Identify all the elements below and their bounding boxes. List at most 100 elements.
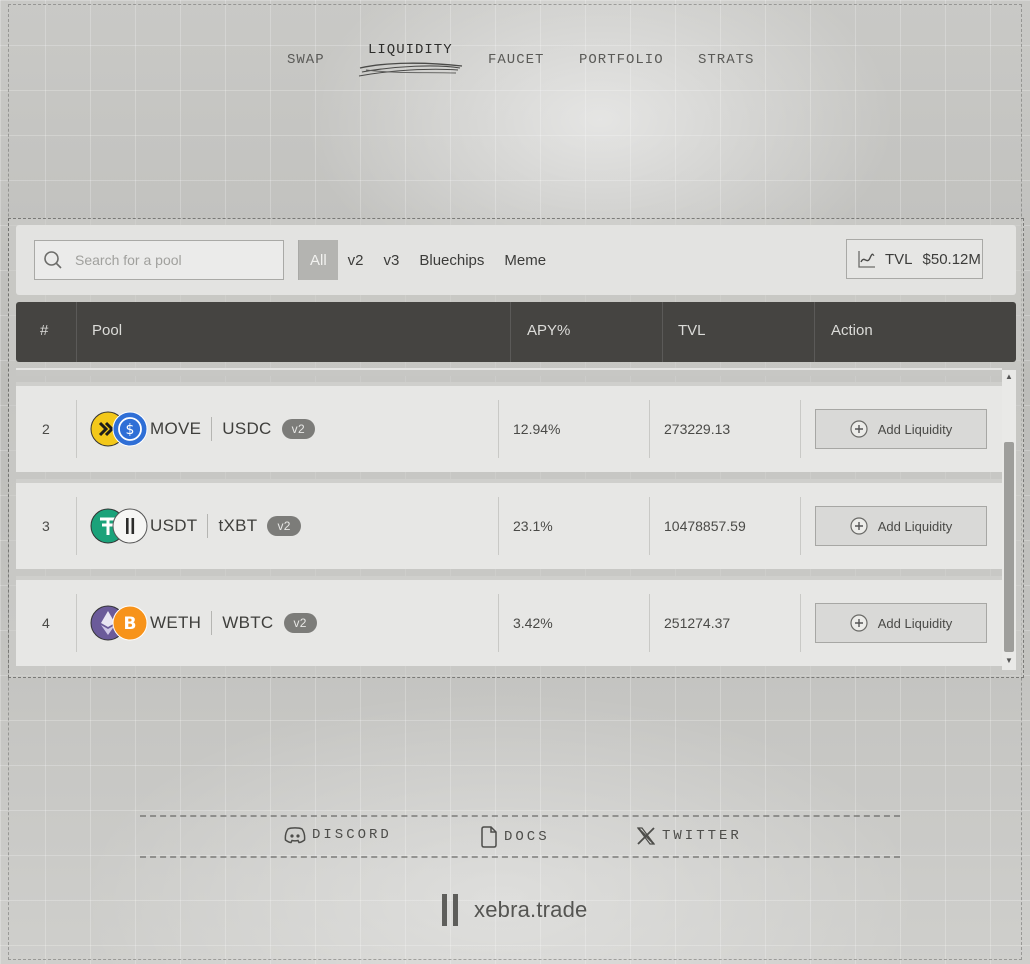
token-pair: WETH WBTC v2 xyxy=(150,611,317,635)
top-nav: SWAP LIQUIDITY FAUCET PORTFOLIO STRATS xyxy=(0,40,1030,80)
row-divider xyxy=(498,497,499,555)
footer-divider xyxy=(140,815,900,817)
token-pair: MOVE USDC v2 xyxy=(150,417,315,441)
row-divider xyxy=(649,497,650,555)
apy-cell: 23.1% xyxy=(513,518,553,534)
twitter-link[interactable]: TWITTER xyxy=(636,826,742,846)
pair-divider xyxy=(211,417,213,441)
token-pair-icons: B xyxy=(90,605,150,641)
nav-swap[interactable]: SWAP xyxy=(287,52,325,68)
apy-cell: 12.94% xyxy=(513,421,561,437)
discord-link[interactable]: DISCORD xyxy=(284,826,392,844)
twitter-label: TWITTER xyxy=(662,828,742,844)
tvl-cell: 273229.13 xyxy=(664,421,731,437)
row-divider xyxy=(76,594,77,652)
header-divider xyxy=(510,302,511,362)
tvl-summary[interactable]: TVL $50.12M xyxy=(846,239,983,279)
token-pair: USDT tXBT v2 xyxy=(150,514,301,538)
token-b-name: USDC xyxy=(222,419,272,438)
token-b-name: WBTC xyxy=(222,613,274,632)
tvl-label: TVL xyxy=(885,250,913,268)
header-apy[interactable]: APY% xyxy=(527,322,570,339)
scroll-up-arrow-icon[interactable]: ▲ xyxy=(1004,372,1014,382)
plus-circle-icon xyxy=(850,614,868,632)
token-pair-icons: $ xyxy=(90,411,150,447)
scroll-down-arrow-icon[interactable]: ▼ xyxy=(1004,656,1014,666)
table-scrollbar[interactable]: ▲ ▼ xyxy=(1002,370,1016,670)
pair-divider xyxy=(211,611,213,635)
table-row-partial xyxy=(16,368,1002,376)
version-badge: v2 xyxy=(281,419,315,439)
table-row: 2 $ MOVE USDC v2 12.94% 273229.13 Add Li… xyxy=(16,382,1002,472)
filter-v3[interactable]: v3 xyxy=(374,240,410,280)
row-divider xyxy=(649,400,650,458)
tvl-cell: 251274.37 xyxy=(664,615,731,631)
search-icon xyxy=(44,251,62,269)
discord-label: DISCORD xyxy=(312,827,392,843)
filter-bar: All v2 v3 Bluechips Meme TVL $50.12M xyxy=(16,225,1016,295)
nav-faucet[interactable]: FAUCET xyxy=(488,52,544,68)
header-divider xyxy=(814,302,815,362)
row-divider xyxy=(498,400,499,458)
version-badge: v2 xyxy=(283,613,317,633)
pool-cell: USDT tXBT v2 xyxy=(90,483,301,569)
action-cell: Add Liquidity xyxy=(815,483,987,569)
docs-label: DOCS xyxy=(504,829,550,845)
token-b-name: tXBT xyxy=(218,516,258,535)
nav-liquidity[interactable]: LIQUIDITY xyxy=(368,42,453,58)
add-liquidity-button[interactable]: Add Liquidity xyxy=(815,409,987,449)
header-pool[interactable]: Pool xyxy=(92,322,122,339)
header-tvl[interactable]: TVL xyxy=(678,322,706,339)
header-action: Action xyxy=(831,322,873,339)
scroll-thumb[interactable] xyxy=(1004,442,1014,652)
svg-text:$: $ xyxy=(126,422,135,438)
row-divider xyxy=(76,400,77,458)
table-body: 2 $ MOVE USDC v2 12.94% 273229.13 Add Li… xyxy=(16,368,1002,670)
token-a-name: MOVE xyxy=(150,419,202,438)
tvl-value: $50.12M xyxy=(922,250,981,268)
token-pair-icons xyxy=(90,508,150,544)
action-cell: Add Liquidity xyxy=(815,580,987,666)
add-liquidity-label: Add Liquidity xyxy=(877,615,953,631)
filter-all[interactable]: All xyxy=(299,240,338,280)
docs-link[interactable]: DOCS xyxy=(480,826,550,848)
document-icon xyxy=(481,826,497,848)
row-index: 3 xyxy=(42,518,50,534)
footer-divider xyxy=(140,856,900,858)
row-divider xyxy=(800,594,801,652)
header-divider xyxy=(76,302,77,362)
chart-line-icon xyxy=(858,251,875,268)
discord-icon xyxy=(284,827,306,844)
filter-bluechips[interactable]: Bluechips xyxy=(409,240,494,280)
table-row: 4 B WETH WBTC v2 3.42% 251274.37 Add Liq… xyxy=(16,576,1002,666)
token-a-name: USDT xyxy=(150,516,198,535)
brand-name: xebra.trade xyxy=(474,897,588,922)
txbt-token-icon xyxy=(112,508,148,544)
version-badge: v2 xyxy=(267,516,301,536)
row-divider xyxy=(800,497,801,555)
pair-divider xyxy=(207,514,209,538)
header-divider xyxy=(662,302,663,362)
pool-cell: B WETH WBTC v2 xyxy=(90,580,317,666)
add-liquidity-button[interactable]: Add Liquidity xyxy=(815,603,987,643)
row-divider xyxy=(800,400,801,458)
search-input[interactable] xyxy=(75,252,275,268)
active-nav-scribble xyxy=(358,62,463,77)
brand[interactable]: xebra.trade xyxy=(440,893,588,927)
add-liquidity-button[interactable]: Add Liquidity xyxy=(815,506,987,546)
table-row: 3 USDT tXBT v2 23.1% 10478857.59 Add Liq… xyxy=(16,479,1002,569)
tvl-cell: 10478857.59 xyxy=(664,518,746,534)
apy-cell: 3.42% xyxy=(513,615,553,631)
row-divider xyxy=(649,594,650,652)
action-cell: Add Liquidity xyxy=(815,386,987,472)
row-divider xyxy=(498,594,499,652)
usdc-token-icon: $ xyxy=(112,411,148,447)
filter-meme[interactable]: Meme xyxy=(494,240,556,280)
row-index: 2 xyxy=(42,421,50,437)
add-liquidity-label: Add Liquidity xyxy=(877,518,953,534)
token-a-name: WETH xyxy=(150,613,202,632)
nav-strats[interactable]: STRATS xyxy=(698,52,754,68)
filter-v2[interactable]: v2 xyxy=(338,240,374,280)
nav-portfolio[interactable]: PORTFOLIO xyxy=(579,52,664,68)
xebra-logo-icon xyxy=(442,894,458,926)
